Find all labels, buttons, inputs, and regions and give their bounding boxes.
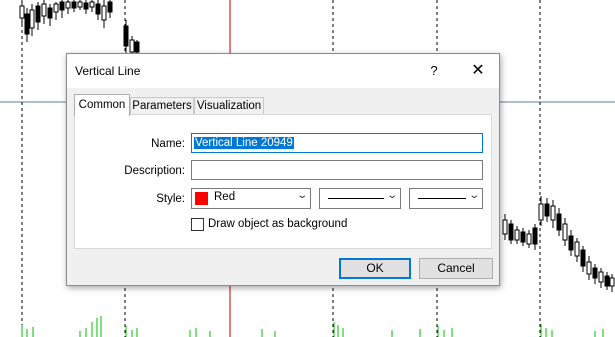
candles-right bbox=[502, 196, 615, 292]
name-field[interactable]: Vertical Line 20949 bbox=[191, 133, 483, 153]
tab-parameters[interactable]: Parameters bbox=[130, 97, 194, 114]
tab-common[interactable]: Common bbox=[74, 94, 130, 116]
tab-visualization[interactable]: Visualization bbox=[194, 97, 264, 114]
description-label: Description: bbox=[124, 165, 185, 177]
chevron-down-icon: ⌄ bbox=[385, 190, 398, 201]
line-style-sample bbox=[328, 198, 384, 199]
line-width-sample bbox=[418, 198, 466, 199]
chevron-down-icon: ⌄ bbox=[295, 190, 308, 201]
common-tab-panel: Name: Vertical Line 20949 Description: S… bbox=[74, 114, 492, 249]
cancel-button[interactable]: Cancel bbox=[419, 258, 493, 279]
dialog-title: Vertical Line bbox=[75, 64, 141, 78]
color-name: Red bbox=[214, 191, 236, 203]
color-select[interactable]: Red ⌄ bbox=[191, 188, 311, 209]
draw-background-checkbox[interactable] bbox=[191, 218, 204, 231]
vertical-line-dialog: Vertical Line ? ✕ Common Parameters Visu… bbox=[66, 53, 500, 286]
name-label: Name: bbox=[151, 138, 185, 150]
line-style-select[interactable]: ⌄ bbox=[319, 188, 401, 209]
dialog-titlebar[interactable]: Vertical Line ? ✕ bbox=[67, 54, 499, 88]
draw-background-label[interactable]: Draw object as background bbox=[208, 218, 347, 230]
color-swatch bbox=[195, 192, 208, 205]
name-value: Vertical Line 20949 bbox=[194, 137, 294, 149]
help-button[interactable]: ? bbox=[419, 57, 449, 85]
chevron-down-icon: ⌄ bbox=[467, 190, 480, 201]
close-button[interactable]: ✕ bbox=[463, 57, 493, 85]
volume-bars bbox=[21, 316, 604, 337]
style-label: Style: bbox=[156, 193, 185, 205]
line-width-select[interactable]: ⌄ bbox=[409, 188, 483, 209]
ok-button[interactable]: OK bbox=[339, 258, 411, 279]
description-field[interactable] bbox=[191, 160, 483, 180]
candles-left bbox=[19, 0, 140, 56]
